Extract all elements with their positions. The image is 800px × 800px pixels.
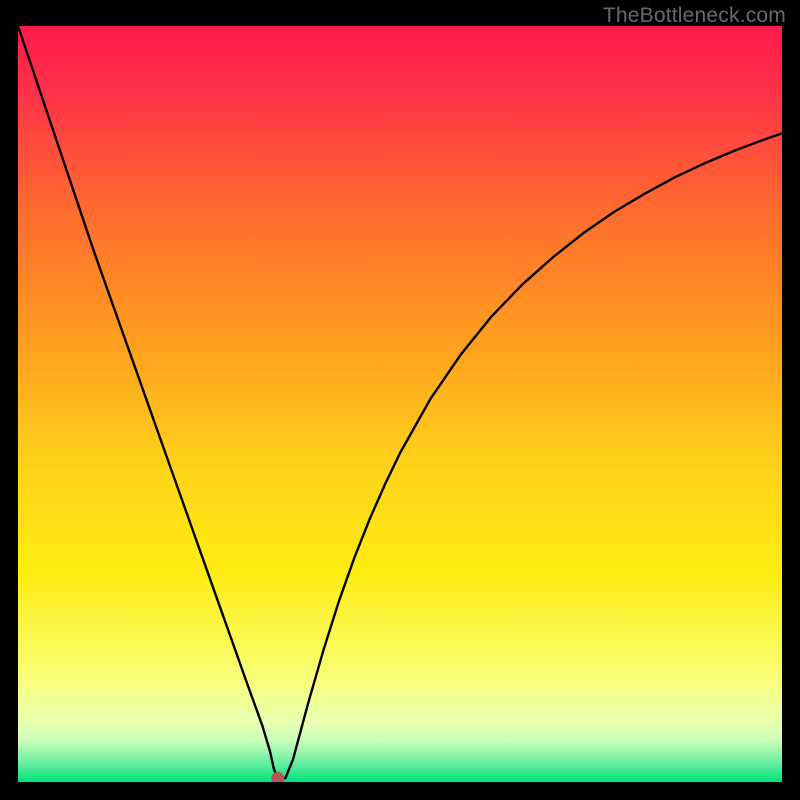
watermark-text: TheBottleneck.com bbox=[603, 4, 786, 28]
gradient-background bbox=[18, 26, 782, 782]
plot-svg bbox=[18, 26, 782, 782]
plot-area bbox=[18, 26, 782, 782]
chart-container: TheBottleneck.com bbox=[0, 0, 800, 800]
